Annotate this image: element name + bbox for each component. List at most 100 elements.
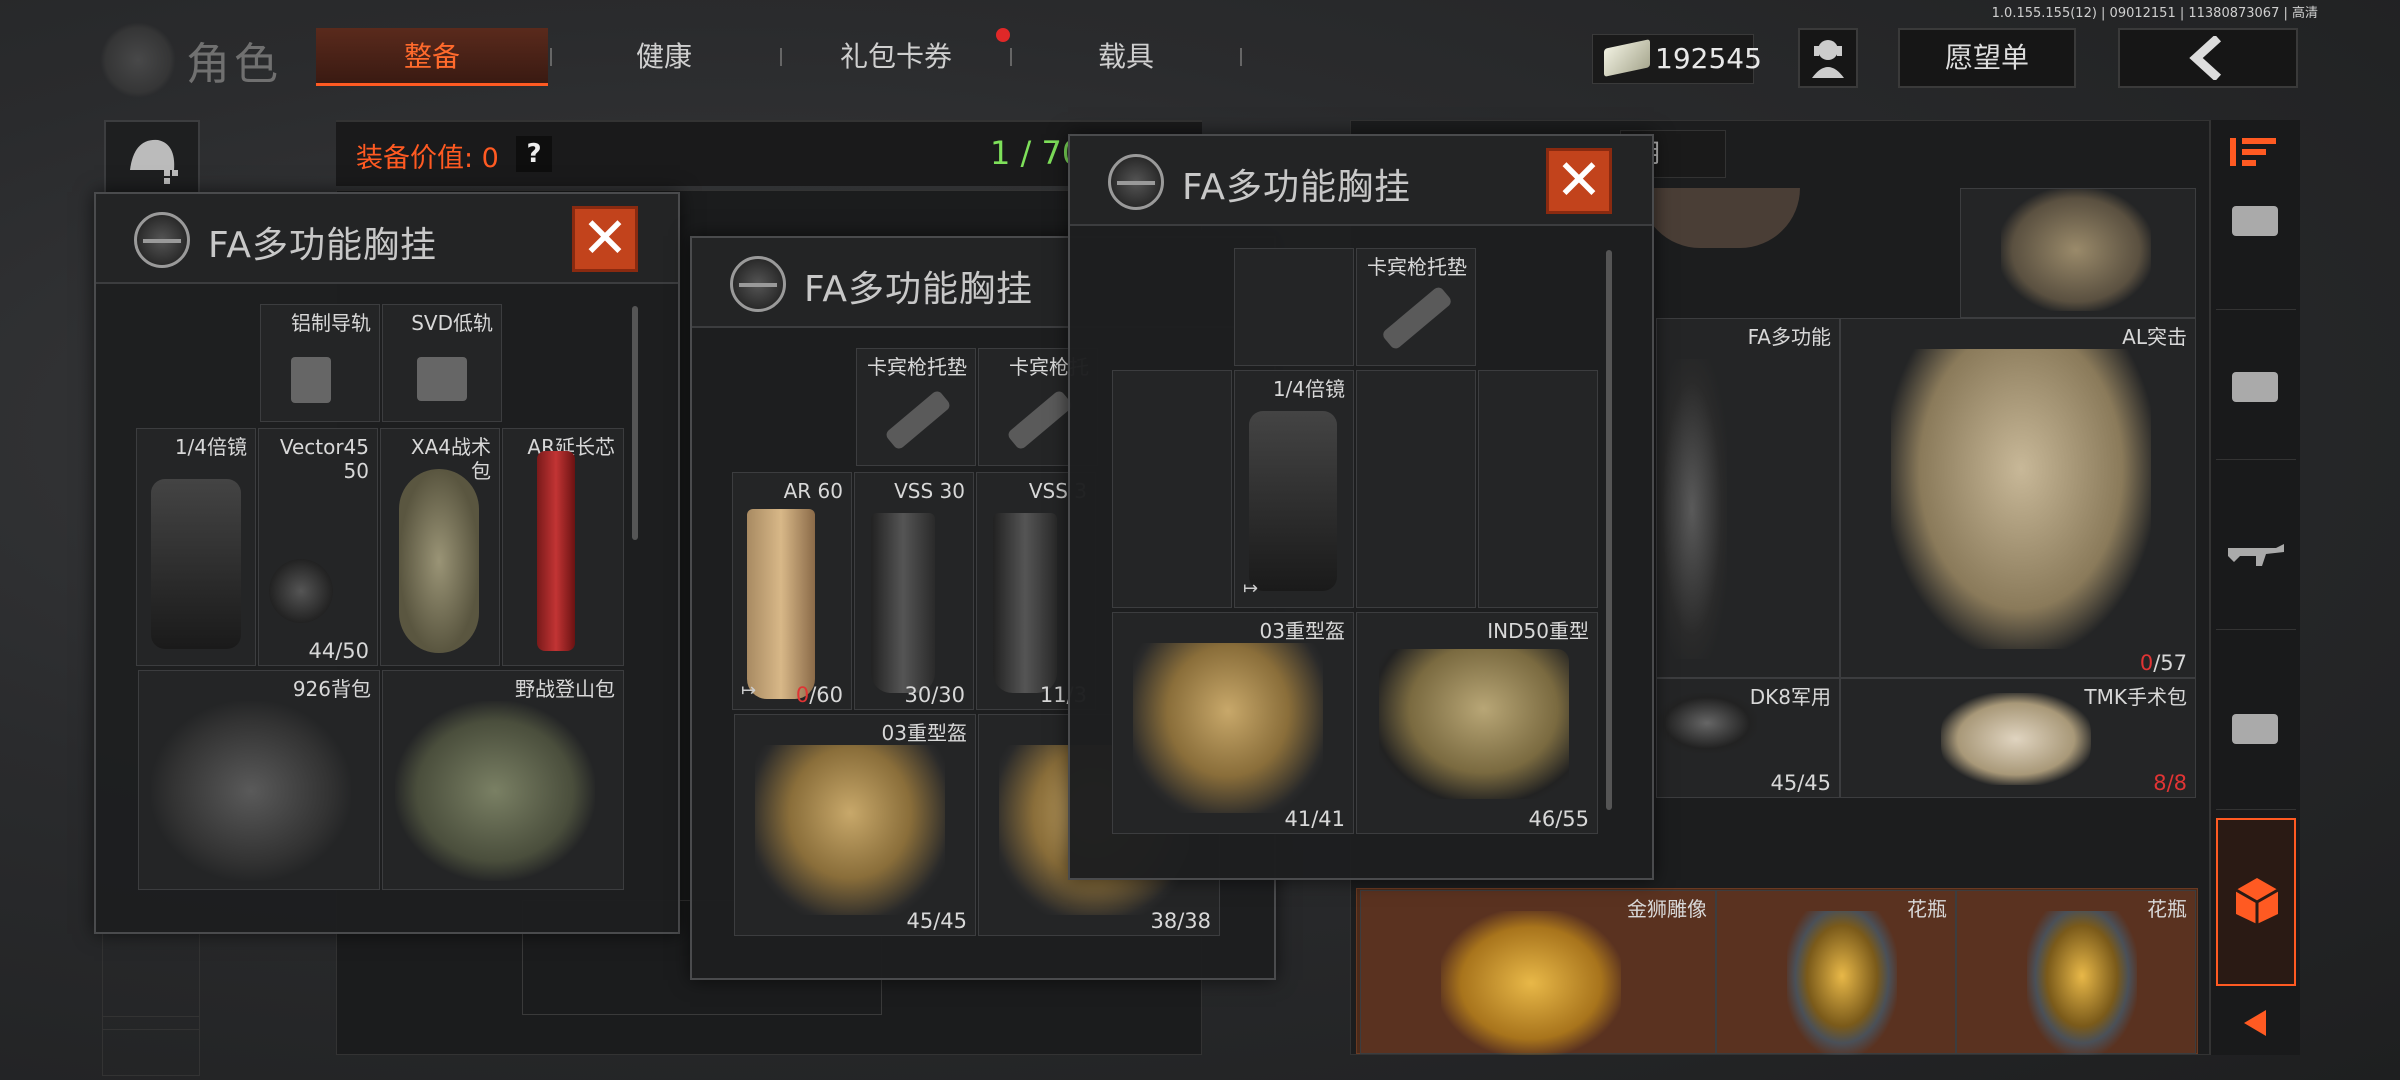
empty-slot[interactable] (1112, 370, 1232, 608)
crate-icon (2232, 206, 2278, 236)
tab-divider (1240, 48, 1242, 66)
character-slot-button[interactable] (104, 120, 200, 200)
empty-slot[interactable] (102, 1016, 200, 1076)
collapse-sidebar-button[interactable] (2216, 994, 2296, 1054)
item-label: 铝制导轨 (291, 311, 371, 335)
notification-dot (996, 28, 1010, 42)
globe-icon (730, 256, 786, 312)
storage-slot[interactable]: TMK手术包 8/8 (1840, 678, 2196, 798)
unload-icon: ↦ (1243, 578, 1259, 599)
medkit-bag-image (1941, 693, 2091, 785)
backpack-slot[interactable]: 野战登山包 (382, 670, 624, 890)
empty-slot[interactable] (1478, 370, 1598, 608)
item-count: 0/57 (2139, 651, 2187, 675)
item-count: 44/50 (308, 639, 369, 663)
vase-image (2027, 911, 2137, 1055)
item-label: FA多功能 (1747, 325, 1831, 349)
backpack-slot[interactable]: 926背包 (138, 670, 380, 890)
category-valuables[interactable] (2216, 818, 2296, 986)
rail-slot[interactable]: SVD低轨 (382, 304, 502, 422)
rail-image (291, 357, 331, 403)
tab-gift-cards[interactable]: 礼包卡券 (780, 28, 1012, 86)
globe-icon (134, 212, 190, 268)
helmet-icon (130, 139, 178, 184)
drum-mag-slot[interactable]: Vector45 50 44/50 (258, 428, 378, 666)
stock-pad-slot[interactable]: 卡宾枪托垫 (856, 348, 976, 466)
item-label: TMK手术包 (2084, 685, 2187, 709)
agent-icon (1812, 40, 1844, 78)
extension-slot[interactable]: AR延长芯 (502, 428, 624, 666)
helmet-nvg-image (1379, 649, 1569, 799)
category-crate-2[interactable] (2216, 310, 2296, 460)
item-label: 卡宾枪托垫 (867, 355, 967, 379)
scope-slot[interactable]: 1/4倍镜 ↦ (1234, 370, 1354, 608)
magazine-image (871, 513, 935, 693)
tactical-pouch-slot[interactable]: XA4战术 包 (380, 428, 500, 666)
magazine-image (993, 513, 1057, 693)
scrollbar[interactable] (632, 306, 638, 540)
scope-image (151, 479, 241, 649)
tab-health[interactable]: 健康 (548, 28, 780, 86)
tab-vehicles[interactable]: 载具 (1010, 28, 1242, 86)
item-label: Vector45 50 (279, 435, 369, 483)
chest-rig-window: FA多功能胸挂 ✕ 铝制导轨 SVD低轨 1/4倍镜 Vector45 50 4… (94, 192, 680, 934)
equipment-value-label: 装备价值: 0 (356, 143, 499, 174)
close-button[interactable]: ✕ (572, 206, 638, 272)
storage-slot[interactable]: 花瓶 (1956, 890, 2196, 1055)
helmet-slot[interactable]: 03重型盔 41/41 (1112, 612, 1354, 834)
scope-slot[interactable]: 1/4倍镜 (136, 428, 256, 666)
box-icon (2235, 878, 2279, 924)
storage-slot[interactable]: AL突击 0/57 (1840, 318, 2196, 678)
item-count: 45/45 (1770, 771, 1831, 795)
wishlist-button[interactable]: 愿望单 (1898, 28, 2076, 88)
tab-prep[interactable]: 整备 (316, 28, 548, 86)
window-title: FA多功能胸挂 (208, 225, 438, 266)
vest-image (1657, 359, 1727, 659)
helmet-slot[interactable]: 03重型盔 45/45 (734, 714, 976, 936)
stock-pad-image (1380, 285, 1454, 351)
item-label: SVD低轨 (411, 311, 493, 335)
category-weapons[interactable] (2216, 480, 2296, 630)
item-label: 花瓶 (2147, 897, 2187, 921)
helmet-slot[interactable]: IND50重型 46/55 (1356, 612, 1598, 834)
helmet-image (755, 745, 945, 915)
category-crate-1[interactable] (2216, 160, 2296, 310)
window-header: FA多功能胸挂 ✕ (1070, 136, 1652, 226)
window-title: FA多功能胸挂 (1182, 167, 1412, 208)
magazine-slot[interactable]: AR 60 ↦ 0/60 (732, 472, 852, 710)
item-count: 30/30 (904, 683, 965, 707)
item-label: 花瓶 (1907, 897, 1947, 921)
help-button[interactable]: ? (516, 136, 552, 172)
close-button[interactable]: ✕ (1546, 148, 1612, 214)
item-label: DK8军用 (1749, 685, 1831, 709)
item-label: 野战登山包 (515, 677, 615, 701)
empty-slot[interactable] (1234, 248, 1354, 366)
empty-slot[interactable] (102, 930, 200, 1030)
customer-service-button[interactable] (1798, 28, 1858, 88)
stock-pad-slot[interactable]: 卡宾枪托垫 (1356, 248, 1476, 366)
stock-pad-image (1006, 389, 1074, 451)
helmet-visor-image (1657, 693, 1757, 753)
rifle-icon (2228, 544, 2284, 566)
item-count: 0/60 (795, 683, 843, 707)
storage-slot[interactable] (1960, 188, 2196, 318)
item-label: IND50重型 (1487, 619, 1589, 643)
rail-slot[interactable]: 铝制导轨 (260, 304, 380, 422)
scrollbar[interactable] (1606, 250, 1612, 810)
item-label: 03重型盔 (881, 721, 967, 745)
item-count: 41/41 (1284, 807, 1345, 831)
magazine-slot[interactable]: VSS 30 30/30 (854, 472, 974, 710)
item-count: 45/45 (906, 909, 967, 933)
scope-image (1249, 411, 1337, 591)
helmet-image (1133, 643, 1323, 813)
storage-slot[interactable]: 花瓶 (1716, 890, 1956, 1055)
storage-slot[interactable]: FA多功能 (1656, 318, 1840, 678)
empty-slot[interactable] (1356, 370, 1476, 608)
storage-slot[interactable]: 金狮雕像 (1360, 890, 1716, 1055)
category-crate-3[interactable] (2216, 660, 2296, 810)
triangle-left-icon (2244, 1010, 2266, 1036)
back-button[interactable] (2118, 28, 2298, 88)
storage-slot[interactable]: DK8军用 45/45 (1656, 678, 1840, 798)
chevron-left-icon (2189, 34, 2222, 82)
item-count: 46/55 (1528, 807, 1589, 831)
